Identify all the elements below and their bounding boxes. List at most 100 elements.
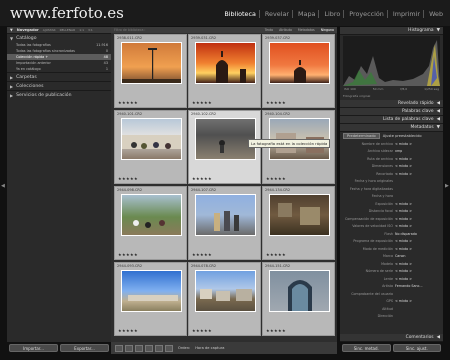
metadata-value[interactable]: < mixto > (395, 142, 443, 146)
module-mapa[interactable]: Mapa (295, 10, 320, 18)
metadata-preset-label[interactable]: Ajuste preestablecido (383, 134, 422, 138)
left-bottom-buttons: Importar... Exportar... (7, 342, 111, 354)
metadata-value[interactable]: < mixto > (395, 164, 443, 168)
metadata-value[interactable]: < mixto > (395, 224, 443, 228)
grid-cell[interactable]: 2939-031.CR2 ★★★★★ (188, 34, 261, 108)
people-view-icon[interactable] (155, 344, 163, 352)
catalog-section-header[interactable]: ▼ Catálogo (7, 33, 111, 42)
grid-cell[interactable]: 2944-078.CR2 ★★★★★ (188, 262, 261, 336)
metadata-value[interactable]: < mixto > (395, 269, 443, 273)
rating-stars[interactable]: ★★★★★ (118, 252, 138, 257)
metadata-value[interactable]: < mixto > (395, 172, 443, 176)
metadata-value[interactable]: < mixto > (395, 209, 443, 213)
keywords-title: Palabras clave (401, 109, 434, 114)
metadata-value[interactable]: < mixto > (395, 247, 443, 251)
metadata-value[interactable]: < mixto > (395, 239, 443, 243)
histogram-header[interactable]: Histograma ▼ (340, 27, 443, 35)
disclosure-triangle-icon: ▶ (10, 83, 14, 89)
quick-develop-header[interactable]: Revelado rápido ◀ (340, 100, 443, 108)
grid-cell[interactable]: 2940-101.CR2 ★★★★★ (114, 110, 187, 184)
compare-view-icon[interactable] (135, 344, 143, 352)
grid-cell[interactable]: 2944-134.CR2 ★★★★★ (262, 186, 335, 260)
sort-order-select[interactable]: Hora de captura (195, 346, 224, 350)
grid-view-icon[interactable] (115, 344, 123, 352)
metadata-value[interactable]: Canon (395, 254, 443, 258)
sync-settings-button[interactable]: Sinc. ajust. (392, 344, 441, 352)
metadata-view-select[interactable]: Predeterminado (343, 133, 380, 139)
metadata-key: Recortado (376, 171, 393, 176)
metadata-header[interactable]: Metadatos ▼ (340, 124, 443, 132)
survey-view-icon[interactable] (145, 344, 153, 352)
rating-stars[interactable]: ★★★★★ (192, 252, 212, 257)
grid-cell[interactable]: 2939-037.CR2 ★★★★★ (262, 34, 335, 108)
publish-services-section-header[interactable]: ▶ Servicios de publicación (7, 90, 111, 99)
grid-cell[interactable]: 2944-093.CR2 ★★★★★ (114, 262, 187, 336)
metadata-key: Fecha y hora originales (354, 179, 393, 184)
metadata-row: Modelo < mixto > (340, 260, 443, 268)
metadata-row: GPS < mixto > (340, 298, 443, 306)
rating-stars[interactable]: ★★★★★ (118, 100, 138, 105)
cell-filename: 2944-151.CR2 (265, 264, 291, 268)
filter-text[interactable]: Texto (265, 28, 273, 32)
rating-stars[interactable]: ★★★★★ (266, 100, 286, 105)
metadata-value[interactable]: < mixto > (395, 217, 443, 221)
collections-section-header[interactable]: ▶ Colecciones (7, 81, 111, 90)
navigator-title: Navegador (16, 28, 39, 32)
filter-none[interactable]: Ninguno (321, 28, 334, 32)
cell-filename: 2939-037.CR2 (265, 36, 291, 40)
catalog-item-count: 11.916 (96, 43, 108, 47)
grid-cell[interactable]: 2938-011.CR2 ★★★★★ (114, 34, 187, 108)
grid-cell[interactable]: 2944-151.CR2 ★★★★★ (262, 262, 335, 336)
original-photo-label: Fotografía original (343, 94, 371, 98)
sync-metadata-button[interactable]: Sinc. metad. (342, 344, 391, 352)
module-web[interactable]: Web (426, 10, 446, 18)
module-libro[interactable]: Libro (321, 10, 345, 18)
metadata-key: Dimensiones (371, 164, 393, 169)
rating-stars[interactable]: ★★★★★ (192, 328, 212, 333)
metadata-row: Fecha y hora digitalizadas (340, 185, 443, 193)
rating-stars[interactable]: ★★★★★ (266, 252, 286, 257)
module-revelar[interactable]: Revelar (262, 10, 294, 18)
loupe-view-icon[interactable] (125, 344, 133, 352)
quick-develop-title: Revelado rápido (398, 101, 434, 106)
zoom-fill[interactable]: RELLENAR (60, 28, 76, 32)
rating-stars[interactable]: ★★★★★ (118, 176, 138, 181)
grid-cell[interactable]: 2944-107.CR2 ★★★★★ (188, 186, 261, 260)
keywords-header[interactable]: Palabras clave ◀ (340, 108, 443, 116)
metadata-value[interactable]: No disparado (395, 232, 443, 236)
painter-icon[interactable] (165, 344, 173, 352)
metadata-value[interactable]: < mixto > (395, 202, 443, 206)
metadata-key: Modo de medición (362, 246, 393, 251)
filter-attribute[interactable]: Atributo (279, 28, 292, 32)
folders-section-header[interactable]: ▶ Carpetas (7, 72, 111, 81)
grid-cell[interactable]: 2944-098.CR2 ★★★★★ (114, 186, 187, 260)
rating-stars[interactable]: ★★★★★ (192, 176, 212, 181)
metadata-value[interactable]: Fernando Sanc... (395, 284, 443, 288)
comments-header[interactable]: Comentarios ◀ (340, 334, 443, 342)
keyword-list-header[interactable]: Lista de palabras clave ◀ (340, 116, 443, 124)
rating-stars[interactable]: ★★★★★ (266, 328, 286, 333)
rating-stars[interactable]: ★★★★★ (118, 328, 138, 333)
metadata-value[interactable]: < mixto > (395, 299, 443, 303)
photo-thumbnail (195, 270, 256, 312)
module-imprimir[interactable]: Imprimir (390, 10, 425, 18)
zoom-1-1[interactable]: 1:1 (79, 28, 84, 32)
metadata-row: Lente < mixto > (340, 275, 443, 283)
metadata-value[interactable]: xmp (395, 149, 443, 153)
metadata-key: Modelo (381, 261, 393, 266)
metadata-value[interactable]: < mixto > (395, 157, 443, 161)
zoom-3-1[interactable]: 3:1 (88, 28, 93, 32)
right-panel-toggle-icon[interactable]: ▶ (445, 183, 449, 189)
left-panel-toggle-icon[interactable]: ◀ (1, 183, 5, 189)
metadata-value[interactable]: < mixto > (395, 262, 443, 266)
module-proyeccion[interactable]: Proyección (346, 10, 388, 18)
metadata-value[interactable]: < mixto > (395, 277, 443, 281)
rating-stars[interactable]: ★★★★★ (266, 176, 286, 181)
export-button[interactable]: Exportar... (60, 344, 109, 352)
import-button[interactable]: Importar... (9, 344, 58, 352)
filter-metadata[interactable]: Metadatos (298, 28, 315, 32)
metadata-key: Ruta de archivo (367, 156, 393, 161)
module-biblioteca[interactable]: Biblioteca (221, 10, 260, 18)
zoom-fit[interactable]: AJUSTAR (43, 28, 56, 32)
rating-stars[interactable]: ★★★★★ (192, 100, 212, 105)
